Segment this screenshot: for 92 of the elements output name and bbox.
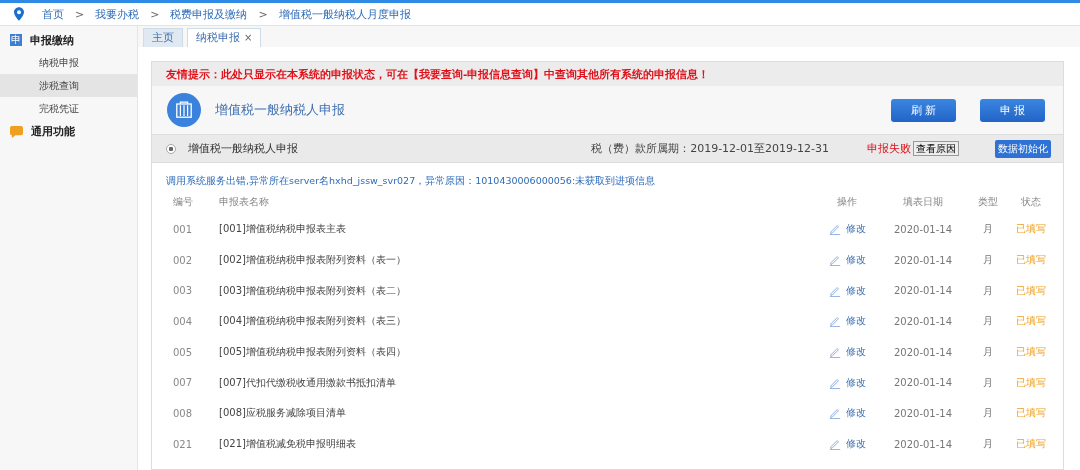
table-cell-text: 月 — [982, 283, 994, 298]
status-text: 已填写 — [1015, 437, 1047, 452]
status-text: 已填写 — [1015, 406, 1047, 421]
edit-link[interactable]: 修改 — [845, 437, 866, 452]
breadcrumb-link[interactable]: 增值税一般纳税人月度申报 — [278, 6, 411, 22]
breadcrumb-link[interactable]: 我要办税 — [95, 6, 140, 22]
table-cell-text: 001 — [172, 223, 194, 235]
column-header: 填表日期 — [902, 195, 944, 209]
pencil-icon — [828, 346, 841, 359]
form-title: 增值税一般纳税人申报 — [215, 101, 345, 119]
action-button[interactable]: 申 报 — [980, 98, 1045, 122]
table-cell-text: [002]增值税纳税申报表附列资料（表一） — [219, 253, 407, 268]
briefcase-icon — [167, 93, 201, 127]
table-cell-text: [007]代扣代缴税收通用缴款书抵扣清单 — [219, 375, 397, 390]
table-cell-text: [008]应税服务减除项目清单 — [219, 406, 347, 421]
table-cell-text: 2020-01-14 — [892, 407, 954, 419]
error-message: 调用系统服务出错,异常所在server名hxhd_jssw_svr027，异常原因：1010430006000056:未获取到进项信息 — [165, 174, 657, 188]
table-cell-text: 月 — [982, 406, 994, 421]
edit-link[interactable]: 修改 — [845, 222, 866, 237]
table-cell-text: 2020-01-14 — [892, 254, 954, 266]
pencil-icon — [828, 438, 841, 451]
edit-link[interactable]: 修改 — [845, 314, 866, 329]
table-cell-text: 2020-01-14 — [892, 223, 954, 235]
status-text: 已填写 — [1015, 283, 1047, 298]
table-cell-text: 2020-01-14 — [892, 346, 954, 358]
table-cell-text: 月 — [982, 375, 994, 390]
radio-button[interactable] — [166, 143, 176, 154]
table-cell-text: 2020-01-14 — [892, 438, 954, 450]
breadcrumb-link[interactable]: 首页 — [42, 6, 64, 22]
breadcrumb-separator: > — [150, 7, 160, 21]
table-cell-text: 004 — [172, 315, 194, 327]
edit-link[interactable]: 修改 — [845, 283, 866, 298]
column-header: 类型 — [977, 195, 999, 209]
sidebar-item[interactable]: 涉税查询 — [0, 74, 137, 97]
edit-link[interactable]: 修改 — [845, 375, 866, 390]
view-reason-button[interactable]: 查看原因 — [913, 141, 959, 156]
table-cell-text: 月 — [982, 314, 994, 329]
declaration-status: 申报失败 — [867, 141, 911, 156]
tab[interactable]: 主页 — [143, 28, 183, 47]
status-text: 已填写 — [1015, 375, 1047, 390]
tab[interactable]: 纳税申报 × — [187, 28, 262, 47]
sidebar-item[interactable]: 纳税申报 — [0, 51, 137, 74]
status-text: 已填写 — [1015, 222, 1047, 237]
edit-link[interactable]: 修改 — [845, 253, 866, 268]
table-cell-text: 2020-01-14 — [892, 377, 954, 389]
pencil-icon — [828, 315, 841, 328]
close-icon[interactable]: × — [244, 32, 253, 43]
column-header: 状态 — [1020, 195, 1042, 209]
table-cell-text: [021]增值税减免税申报明细表 — [219, 437, 357, 452]
sidebar-group-title[interactable]: 通用功能 — [31, 123, 75, 139]
tax-period: 税（费）款所属期：2019-12-01至2019-12-31 — [591, 141, 829, 156]
column-header: 编号 — [172, 195, 194, 209]
pencil-icon — [828, 223, 841, 236]
status-text: 已填写 — [1015, 314, 1047, 329]
breadcrumb-separator: > — [75, 7, 85, 21]
table-cell-text: 2020-01-14 — [892, 285, 954, 297]
table-cell-text: 021 — [172, 438, 194, 450]
pencil-icon — [828, 376, 841, 389]
pencil-icon — [828, 407, 841, 420]
pencil-icon — [828, 284, 841, 297]
table-cell-text: [005]增值税纳税申报表附列资料（表四） — [219, 345, 407, 360]
table-cell-text: 008 — [172, 407, 194, 419]
table-cell-text: 2020-01-14 — [892, 315, 954, 327]
edit-link[interactable]: 修改 — [845, 345, 866, 360]
breadcrumb-separator: > — [258, 7, 268, 21]
pencil-icon — [828, 254, 841, 267]
chat-bubble-icon — [10, 124, 23, 138]
table-cell-text: 007 — [172, 377, 194, 389]
table-cell-text: [001]增值税纳税申报表主表 — [219, 222, 347, 237]
status-text: 已填写 — [1015, 253, 1047, 268]
column-header: 操作 — [836, 195, 858, 209]
table-cell-text: 月 — [982, 437, 994, 452]
table-cell-text: 月 — [982, 222, 994, 237]
table-cell-text: 月 — [982, 253, 994, 268]
location-pin-icon — [14, 7, 24, 21]
edit-link[interactable]: 修改 — [845, 406, 866, 421]
menu-icon: 申 — [10, 34, 22, 46]
column-header: 申报表名称 — [219, 195, 270, 209]
breadcrumb-link[interactable]: 税费申报及缴纳 — [170, 6, 248, 22]
notice-text: 友情提示：此处只显示在本系统的申报状态，可在【我要查询-申报信息查询】中查询其他所有系统的申报信息！ — [152, 62, 1063, 86]
declaration-name: 增值税一般纳税人申报 — [188, 141, 298, 156]
sidebar-item[interactable]: 完税凭证 — [0, 97, 137, 120]
table-cell-text: 003 — [172, 285, 194, 297]
data-init-button[interactable]: 数据初始化 — [995, 139, 1051, 158]
table-cell-text: [004]增值税纳税申报表附列资料（表三） — [219, 314, 407, 329]
table-cell-text: [003]增值税纳税申报表附列资料（表二） — [219, 283, 407, 298]
sidebar-group-title[interactable]: 申报缴纳 — [30, 32, 74, 48]
table-cell-text: 月 — [982, 345, 994, 360]
table-cell-text: 005 — [172, 346, 194, 358]
action-button[interactable]: 刷 新 — [891, 98, 956, 122]
status-text: 已填写 — [1015, 345, 1047, 360]
table-cell-text: 002 — [172, 254, 194, 266]
